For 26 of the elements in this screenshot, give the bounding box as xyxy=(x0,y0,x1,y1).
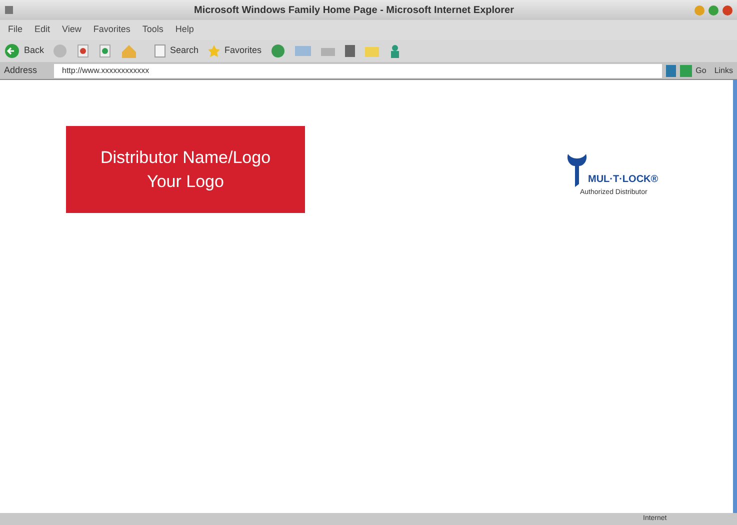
maximize-button[interactable] xyxy=(708,4,719,16)
go-button[interactable]: Go xyxy=(680,64,706,76)
key-logo-icon xyxy=(566,152,588,188)
menu-item[interactable]: Edit xyxy=(34,23,50,37)
menu-item[interactable]: File xyxy=(8,23,23,37)
brand-logo: MUL·T·LOCK® xyxy=(588,173,658,187)
address-field[interactable]: http://www.xxxxxxxxxxxx xyxy=(54,64,662,78)
links-button[interactable]: Links xyxy=(710,64,737,76)
back-button[interactable]: Back xyxy=(4,43,44,59)
minimize-button[interactable] xyxy=(694,4,705,16)
window-icon xyxy=(4,5,14,15)
close-button[interactable] xyxy=(722,4,733,16)
menu-item[interactable]: View xyxy=(62,23,82,37)
placeholder-text: Distributor Name/Logo xyxy=(100,146,271,168)
address-label: Address xyxy=(3,64,38,77)
page-icon xyxy=(154,44,166,58)
scrollbar[interactable] xyxy=(733,80,737,513)
favorites-button[interactable]: Favorites xyxy=(206,44,262,58)
star-icon xyxy=(206,44,221,58)
menu-item[interactable]: Favorites xyxy=(93,23,130,37)
home-icon[interactable] xyxy=(120,43,138,59)
placeholder-text: Your Logo xyxy=(147,170,224,192)
menu-item[interactable]: Tools xyxy=(142,23,164,37)
search-button[interactable]: Search xyxy=(154,44,199,58)
menu-item[interactable]: Help xyxy=(175,23,194,37)
window-title: Microsoft Windows Family Home Page - Microsoft Internet Explorer xyxy=(193,4,515,18)
